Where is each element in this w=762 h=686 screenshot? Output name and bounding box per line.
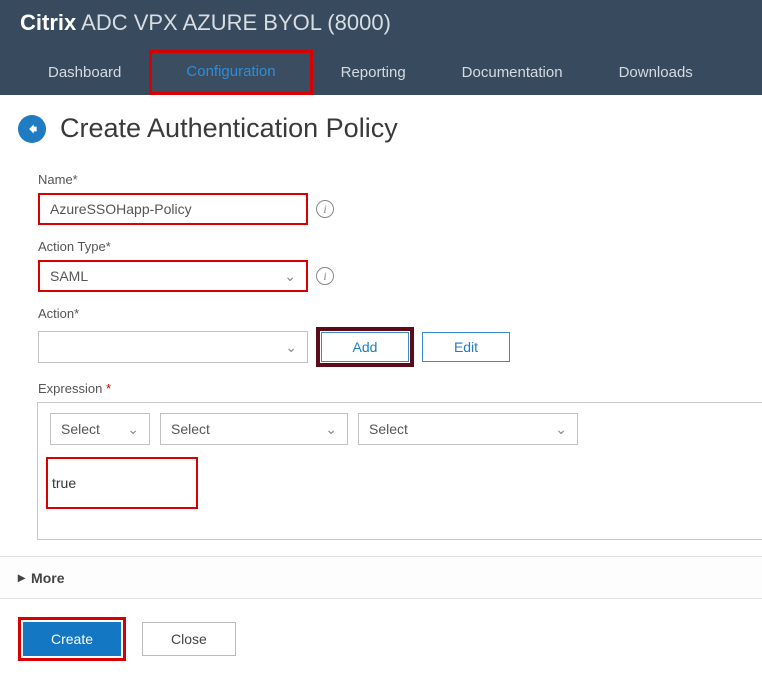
action-label: Action* bbox=[38, 306, 738, 321]
add-button[interactable]: Add bbox=[321, 332, 409, 362]
action-row: ⌄ Add Edit bbox=[38, 327, 738, 367]
info-icon[interactable]: i bbox=[316, 200, 334, 218]
chevron-down-icon: ⌄ bbox=[325, 421, 337, 438]
action-type-select[interactable]: SAML ⌄ bbox=[38, 260, 308, 292]
action-type-row: SAML ⌄ i bbox=[38, 260, 738, 292]
expression-box: Select ⌄ Select ⌄ Select ⌄ bbox=[37, 402, 762, 540]
info-icon[interactable]: i bbox=[316, 267, 334, 285]
content-area: Create Authentication Policy Name* i Act… bbox=[0, 95, 762, 679]
triangle-right-icon: ▸ bbox=[18, 569, 25, 586]
create-button[interactable]: Create bbox=[23, 622, 121, 656]
expression-label-text: Expression bbox=[38, 381, 102, 396]
action-type-label: Action Type* bbox=[38, 239, 738, 254]
chevron-down-icon: ⌄ bbox=[284, 268, 296, 285]
brand-strong: Citrix bbox=[20, 10, 76, 35]
name-row: i bbox=[38, 193, 738, 225]
expression-selects: Select ⌄ Select ⌄ Select ⌄ bbox=[38, 403, 762, 455]
add-button-highlight: Add bbox=[316, 327, 414, 367]
back-icon[interactable] bbox=[18, 115, 46, 143]
brand-light: ADC VPX AZURE BYOL (8000) bbox=[76, 10, 391, 35]
form: Name* i Action Type* SAML ⌄ i Action* ⌄ … bbox=[18, 172, 762, 556]
create-button-highlight: Create bbox=[18, 617, 126, 661]
edit-button[interactable]: Edit bbox=[422, 332, 510, 362]
tab-dashboard[interactable]: Dashboard bbox=[20, 52, 149, 95]
expr-select1[interactable]: Select ⌄ bbox=[50, 413, 150, 445]
chevron-down-icon: ⌄ bbox=[127, 421, 139, 438]
tab-downloads[interactable]: Downloads bbox=[591, 52, 721, 95]
more-row[interactable]: ▸ More bbox=[0, 556, 762, 599]
action-type-value: SAML bbox=[50, 268, 88, 284]
more-label: More bbox=[31, 570, 64, 586]
tab-configuration-highlight: Configuration bbox=[149, 50, 312, 95]
app-header: Citrix ADC VPX AZURE BYOL (8000) Dashboa… bbox=[0, 0, 762, 95]
expression-input[interactable] bbox=[46, 457, 198, 509]
expr-select3-value: Select bbox=[369, 421, 408, 437]
page-title: Create Authentication Policy bbox=[60, 113, 398, 144]
expr-select2[interactable]: Select ⌄ bbox=[160, 413, 348, 445]
expr-select2-value: Select bbox=[171, 421, 210, 437]
chevron-down-icon: ⌄ bbox=[555, 421, 567, 438]
tab-documentation[interactable]: Documentation bbox=[434, 52, 591, 95]
nav-tabs: Dashboard Configuration Reporting Docume… bbox=[20, 46, 742, 95]
tab-reporting[interactable]: Reporting bbox=[313, 52, 434, 95]
required-asterisk: * bbox=[106, 381, 111, 396]
title-row: Create Authentication Policy bbox=[18, 113, 762, 144]
brand-title: Citrix ADC VPX AZURE BYOL (8000) bbox=[20, 10, 742, 46]
expr-select3[interactable]: Select ⌄ bbox=[358, 413, 578, 445]
name-input[interactable] bbox=[38, 193, 308, 225]
expr-select1-value: Select bbox=[61, 421, 100, 437]
action-select[interactable]: ⌄ bbox=[38, 331, 308, 363]
footer-buttons: Create Close bbox=[0, 599, 762, 679]
expression-label: Expression * bbox=[38, 381, 738, 396]
chevron-down-icon: ⌄ bbox=[285, 339, 297, 356]
tab-configuration[interactable]: Configuration bbox=[152, 53, 309, 92]
name-label: Name* bbox=[38, 172, 738, 187]
close-button[interactable]: Close bbox=[142, 622, 236, 656]
